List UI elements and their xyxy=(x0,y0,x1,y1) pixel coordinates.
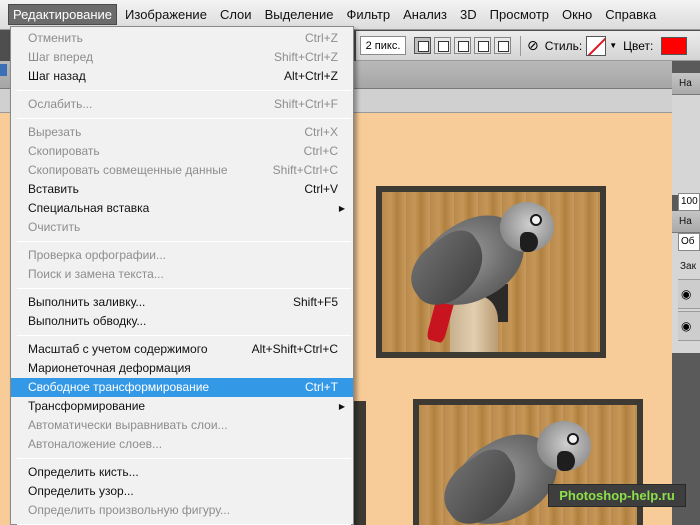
menu-help[interactable]: Справка xyxy=(600,4,661,25)
eye-icon[interactable]: ◉ xyxy=(678,279,700,309)
right-panel: На 100 На Об Зак ◉ ◉ xyxy=(672,61,700,525)
menu-item-fade[interactable]: Ослабить... Shift+Ctrl+F xyxy=(11,95,353,114)
menu-separator xyxy=(17,90,351,91)
navigator-tab[interactable]: На xyxy=(672,73,700,95)
menu-separator xyxy=(17,335,351,336)
color-label: Цвет: xyxy=(623,38,654,53)
menu-item-paste-special[interactable]: Специальная вставка ▶ xyxy=(11,199,353,218)
exclude-mode-icon[interactable] xyxy=(494,37,511,54)
menu-item-transform[interactable]: Трансформирование ▶ xyxy=(11,397,353,416)
menu-analysis[interactable]: Анализ xyxy=(398,4,452,25)
eye-icon[interactable]: ◉ xyxy=(678,311,700,341)
menu-window[interactable]: Окно xyxy=(557,4,597,25)
menu-item-define-pattern[interactable]: Определить узор... xyxy=(11,482,353,501)
separator xyxy=(520,35,521,56)
parrot-beak xyxy=(557,451,575,471)
menu-item-check-spelling[interactable]: Проверка орфографии... xyxy=(11,246,353,265)
menu-separator xyxy=(17,458,351,459)
menu-item-copy-merged[interactable]: Скопировать совмещенные данные Shift+Ctrl… xyxy=(11,161,353,180)
parrot-photo-1 xyxy=(382,192,600,352)
parrot-eye xyxy=(530,214,542,226)
lock-label: Зак xyxy=(680,261,696,272)
menu-item-copy[interactable]: Скопировать Ctrl+C xyxy=(11,142,353,161)
menu-select[interactable]: Выделение xyxy=(260,4,339,25)
style-swatch[interactable] xyxy=(586,35,607,56)
menu-item-auto-blend-layers[interactable]: Автоналожение слоев... xyxy=(11,435,353,454)
menu-item-undo[interactable]: Отменить Ctrl+Z xyxy=(11,29,353,48)
menu-item-fill[interactable]: Выполнить заливку... Shift+F5 xyxy=(11,293,353,312)
menu-view[interactable]: Просмотр xyxy=(485,4,554,25)
menu-separator xyxy=(17,118,351,119)
intersect-mode-icon[interactable] xyxy=(474,37,491,54)
menu-separator xyxy=(17,241,351,242)
menu-item-define-custom-shape[interactable]: Определить произвольную фигуру... xyxy=(11,501,353,520)
menu-item-step-backward[interactable]: Шаг назад Alt+Ctrl+Z xyxy=(11,67,353,86)
layers-tab[interactable]: На xyxy=(672,211,700,233)
menu-item-puppet-warp[interactable]: Марионеточная деформация xyxy=(11,359,353,378)
blend-mode-select[interactable]: Об xyxy=(678,233,700,251)
menu-item-cut[interactable]: Вырезать Ctrl+X xyxy=(11,123,353,142)
stroke-width-field[interactable]: 2 пикс. xyxy=(360,36,406,55)
watermark-logo: Photoshop-help.ru xyxy=(548,484,686,507)
options-bar: 2 пикс. ⊘ Стиль: ▼ Цвет: xyxy=(356,31,700,61)
menu-filter[interactable]: Фильтр xyxy=(341,4,395,25)
parrot-photo-2 xyxy=(419,405,637,525)
menu-item-auto-align-layers[interactable]: Автоматически выравнивать слои... xyxy=(11,416,353,435)
parrot-eye xyxy=(567,433,579,445)
zoom-field[interactable]: 100 xyxy=(678,193,700,211)
submenu-arrow-icon: ▶ xyxy=(338,402,345,411)
navigator-body xyxy=(672,95,700,195)
menu-item-free-transform[interactable]: Свободное трансформирование Ctrl+T xyxy=(11,378,353,397)
menu-item-find-replace[interactable]: Поиск и замена текста... xyxy=(11,265,353,284)
chevron-down-icon[interactable]: ▼ xyxy=(609,41,617,50)
menu-item-step-forward[interactable]: Шаг вперед Shift+Ctrl+Z xyxy=(11,48,353,67)
edit-menu-dropdown: Отменить Ctrl+Z Шаг вперед Shift+Ctrl+Z Ша… xyxy=(10,26,354,525)
menu-item-paste[interactable]: Вставить Ctrl+V xyxy=(11,180,353,199)
menu-layers[interactable]: Слои xyxy=(215,4,257,25)
menu-item-content-aware-scale[interactable]: Масштаб с учетом содержимого Alt+Shift+Ct… xyxy=(11,340,353,359)
menu-edit[interactable]: Редактирование xyxy=(8,4,118,25)
link-icon[interactable]: ⊘ xyxy=(527,37,539,54)
photo-frame-1[interactable] xyxy=(376,186,606,358)
menu-item-clear[interactable]: Очистить xyxy=(11,218,353,237)
parrot-beak xyxy=(520,232,538,252)
subtract-mode-icon[interactable] xyxy=(454,37,471,54)
add-mode-icon[interactable] xyxy=(434,37,451,54)
menu-item-stroke[interactable]: Выполнить обводку... xyxy=(11,312,353,331)
color-swatch[interactable] xyxy=(661,36,688,55)
submenu-arrow-icon: ▶ xyxy=(338,204,345,213)
document-tab[interactable] xyxy=(0,64,7,76)
menu-image[interactable]: Изображение xyxy=(120,4,212,25)
menu-item-define-brush[interactable]: Определить кисть... xyxy=(11,463,353,482)
style-label: Стиль: xyxy=(544,38,583,53)
menu-separator xyxy=(17,288,351,289)
new-layer-mode-icon[interactable] xyxy=(414,37,431,54)
menu-3d[interactable]: 3D xyxy=(455,4,482,25)
